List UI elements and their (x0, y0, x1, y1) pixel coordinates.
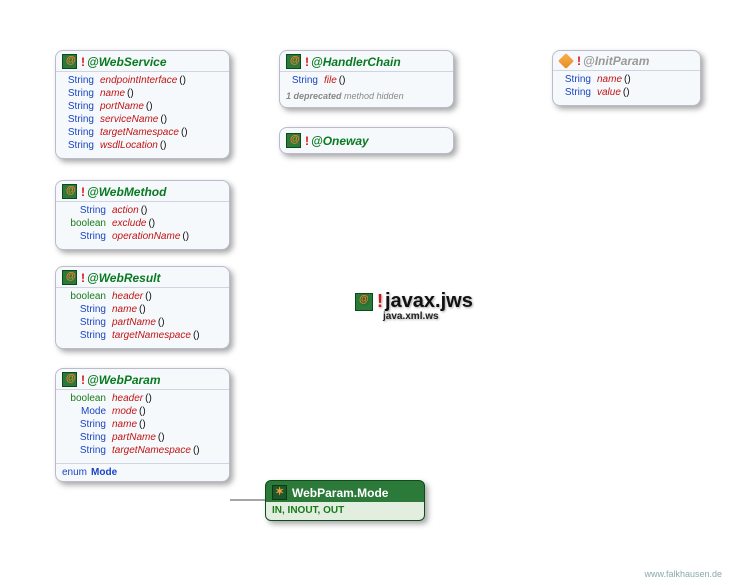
webparammode-title: WebParam.Mode (292, 486, 388, 500)
annotation-icon (62, 270, 77, 285)
handlerchain-header: ! @HandlerChain (280, 51, 453, 71)
webmethod-box: ! @WebMethod Stringaction() booleanexclu… (55, 180, 230, 250)
annotation-icon (286, 133, 301, 148)
initparam-members: Stringname() Stringvalue() (553, 70, 700, 105)
webmethod-members: Stringaction() booleanexclude() Stringop… (56, 201, 229, 249)
webresult-members: booleanheader() Stringname() StringpartN… (56, 287, 229, 348)
exclaim-icon: ! (377, 291, 383, 312)
annotation-icon (355, 293, 373, 311)
oneway-header: ! @Oneway (280, 128, 453, 153)
annotation-icon (286, 54, 301, 69)
annotation-icon (62, 184, 77, 199)
enum-icon (272, 485, 287, 500)
webmethod-title: @WebMethod (87, 185, 166, 199)
exclaim-icon: ! (305, 134, 309, 148)
package-label: ! javax.jws java.xml.ws (355, 290, 473, 322)
handlerchain-members: Stringfile() (280, 71, 453, 89)
webparam-enum-section: enum Mode (56, 463, 229, 481)
webresult-box: ! @WebResult booleanheader() Stringname(… (55, 266, 230, 349)
enum-name: Mode (91, 467, 117, 478)
webservice-header: ! @WebService (56, 51, 229, 71)
webservice-box: ! @WebService StringendpointInterface() … (55, 50, 230, 159)
webparam-header: ! @WebParam (56, 369, 229, 389)
exclaim-icon: ! (577, 54, 581, 68)
package-name: javax.jws (385, 290, 473, 313)
webparammode-header: WebParam.Mode (266, 481, 424, 502)
deprecated-annotation-icon (558, 53, 574, 69)
handlerchain-box: ! @HandlerChain Stringfile() 1 deprecate… (279, 50, 454, 108)
exclaim-icon: ! (81, 55, 85, 69)
annotation-icon (62, 54, 77, 69)
annotation-icon (62, 372, 77, 387)
webparam-box: ! @WebParam booleanheader() Modemode() S… (55, 368, 230, 482)
webresult-title: @WebResult (87, 271, 161, 285)
webparam-title: @WebParam (87, 373, 161, 387)
initparam-header: ! @InitParam (553, 51, 700, 70)
exclaim-icon: ! (305, 55, 309, 69)
webservice-title: @WebService (87, 55, 167, 69)
webservice-members: StringendpointInterface() Stringname() S… (56, 71, 229, 158)
package-sub: java.xml.ws (383, 311, 439, 322)
exclaim-icon: ! (81, 373, 85, 387)
webmethod-header: ! @WebMethod (56, 181, 229, 201)
oneway-box: ! @Oneway (279, 127, 454, 154)
initparam-title: @InitParam (583, 54, 649, 68)
webparammode-box: WebParam.Mode IN, INOUT, OUT (265, 480, 425, 521)
webparam-members: booleanheader() Modemode() Stringname() … (56, 389, 229, 463)
connector-line (230, 490, 270, 510)
handlerchain-title: @HandlerChain (311, 55, 401, 69)
exclaim-icon: ! (81, 271, 85, 285)
exclaim-icon: ! (81, 185, 85, 199)
initparam-box: ! @InitParam Stringname() Stringvalue() (552, 50, 701, 106)
oneway-title: @Oneway (311, 134, 369, 148)
handlerchain-deprecated: 1 deprecated method hidden (280, 89, 453, 107)
watermark: www.falkhausen.de (644, 569, 722, 579)
webparammode-values: IN, INOUT, OUT (266, 502, 424, 520)
enum-keyword: enum (62, 467, 87, 478)
webresult-header: ! @WebResult (56, 267, 229, 287)
